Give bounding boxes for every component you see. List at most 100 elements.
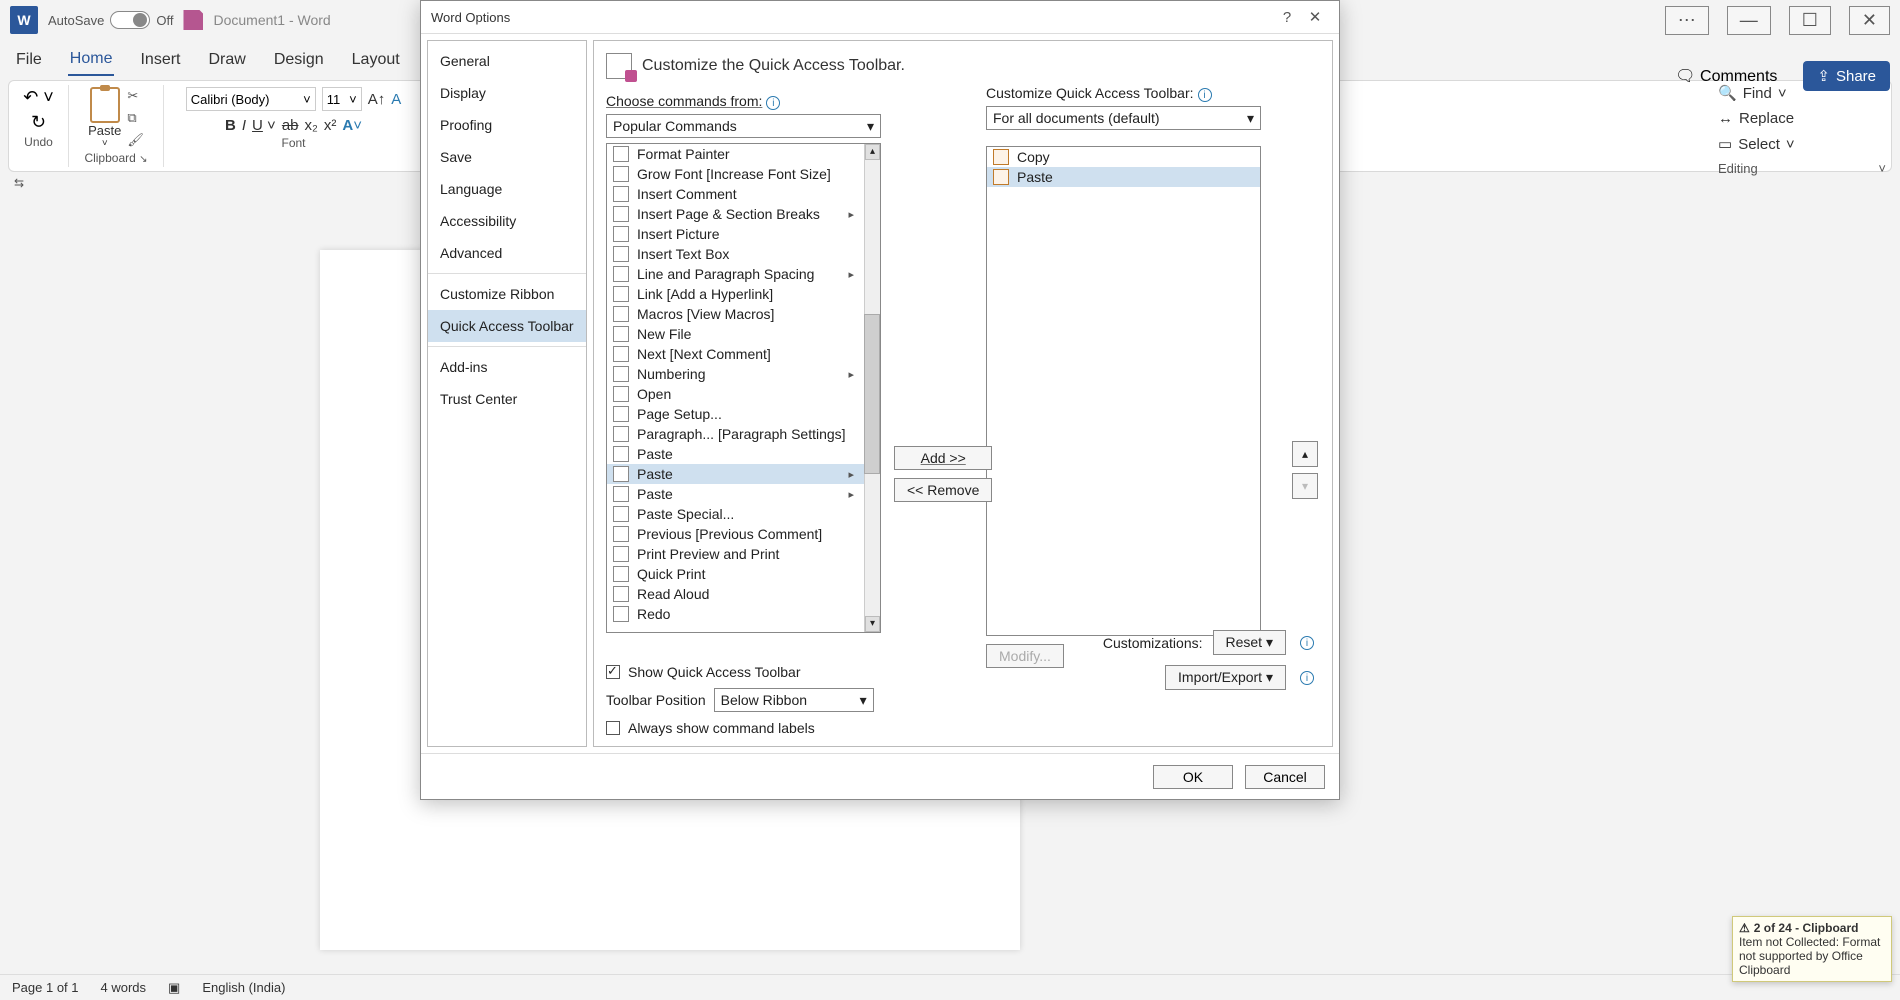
text-effects-icon[interactable]: A <box>391 91 401 108</box>
toggle-icon[interactable] <box>110 11 150 29</box>
accessibility-icon[interactable]: ▣ <box>168 980 180 996</box>
nav-item-general[interactable]: General <box>428 45 586 77</box>
customize-qat-combo[interactable]: For all documents (default)▾ <box>986 106 1261 130</box>
info-icon[interactable]: i <box>1300 636 1314 650</box>
list-item[interactable]: Read Aloud <box>607 584 880 604</box>
minimize-button[interactable]: — <box>1727 6 1771 35</box>
toolbar-position-combo[interactable]: Below Ribbon▾ <box>714 688 874 712</box>
autosave-toggle[interactable]: AutoSave Off <box>48 11 173 29</box>
list-item[interactable]: Paragraph... [Paragraph Settings] <box>607 424 880 444</box>
tab-design[interactable]: Design <box>272 45 326 75</box>
dialog-help-button[interactable]: ? <box>1273 9 1301 26</box>
font-size-combo[interactable]: 11˅ <box>322 87 362 111</box>
list-item[interactable]: Macros [View Macros] <box>607 304 880 324</box>
always-show-labels-checkbox[interactable] <box>606 721 620 735</box>
reset-button[interactable]: Reset ▾ <box>1213 630 1287 655</box>
nav-item-accessibility[interactable]: Accessibility <box>428 205 586 237</box>
move-down-button[interactable]: ▾ <box>1292 473 1318 499</box>
remove-button[interactable]: << Remove <box>894 478 992 502</box>
tab-home[interactable]: Home <box>68 44 115 76</box>
nav-item-proofing[interactable]: Proofing <box>428 109 586 141</box>
status-words[interactable]: 4 words <box>101 980 147 995</box>
info-icon[interactable]: i <box>1300 671 1314 685</box>
grow-font-icon[interactable]: A↑ <box>368 91 386 108</box>
close-button[interactable]: ✕ <box>1849 6 1890 35</box>
tab-insert[interactable]: Insert <box>138 45 182 75</box>
list-item[interactable]: Paste▸ <box>607 484 880 504</box>
list-item[interactable]: Redo <box>607 604 880 624</box>
redo-icon[interactable]: ↻ <box>31 112 46 133</box>
list-item[interactable]: Grow Font [Increase Font Size] <box>607 164 880 184</box>
superscript-icon[interactable]: x² <box>324 117 337 134</box>
show-qat-checkbox[interactable] <box>606 665 620 679</box>
list-item[interactable]: Format Painter <box>607 144 880 164</box>
list-item[interactable]: Link [Add a Hyperlink] <box>607 284 880 304</box>
nav-item-trust-center[interactable]: Trust Center <box>428 383 586 415</box>
cut-icon[interactable]: ✂ <box>127 88 144 104</box>
underline-icon[interactable]: U ˅ <box>252 117 276 134</box>
list-item[interactable]: Numbering▸ <box>607 364 880 384</box>
paste-button[interactable]: Paste ˅ <box>88 87 121 149</box>
tab-file[interactable]: File <box>14 45 44 75</box>
add-button[interactable]: Add >> <box>894 446 992 470</box>
commands-listbox[interactable]: Format PainterGrow Font [Increase Font S… <box>606 143 881 633</box>
scroll-down-button[interactable]: ▾ <box>865 616 880 632</box>
select-button[interactable]: ▭ Select ˅ <box>1712 131 1892 157</box>
format-painter-icon[interactable]: 🖌 <box>127 132 144 148</box>
list-item[interactable]: Insert Comment <box>607 184 880 204</box>
list-item[interactable]: Line and Paragraph Spacing▸ <box>607 264 880 284</box>
list-item[interactable]: Page Setup... <box>607 404 880 424</box>
info-icon[interactable]: i <box>766 96 780 110</box>
status-language[interactable]: English (India) <box>202 980 285 995</box>
nav-item-language[interactable]: Language <box>428 173 586 205</box>
ribbon-display-button[interactable]: ⋯ <box>1665 6 1709 35</box>
find-button[interactable]: 🔍 Find ˅ <box>1712 80 1892 106</box>
font-name-combo[interactable]: Calibri (Body)˅ <box>186 87 316 111</box>
modify-button[interactable]: Modify... <box>986 644 1064 668</box>
nav-item-advanced[interactable]: Advanced <box>428 237 586 269</box>
list-item[interactable]: Insert Page & Section Breaks▸ <box>607 204 880 224</box>
subscript-icon[interactable]: x₂ <box>305 117 318 134</box>
ok-button[interactable]: OK <box>1153 765 1233 789</box>
list-item[interactable]: Quick Print <box>607 564 880 584</box>
info-icon[interactable]: i <box>1198 88 1212 102</box>
nav-item-save[interactable]: Save <box>428 141 586 173</box>
list-item[interactable]: Insert Picture <box>607 224 880 244</box>
list-item[interactable]: Insert Text Box <box>607 244 880 264</box>
replace-button[interactable]: ↔ Replace <box>1712 106 1892 131</box>
copy-icon[interactable]: ⧉ <box>127 110 144 126</box>
scroll-up-button[interactable]: ▴ <box>865 144 880 160</box>
qat-right-list[interactable]: CopyPaste <box>986 146 1261 636</box>
list-item[interactable]: Paste▸ <box>607 464 880 484</box>
import-export-button[interactable]: Import/Export ▾ <box>1165 665 1286 690</box>
list-item[interactable]: Paste <box>607 444 880 464</box>
listbox-scrollbar[interactable]: ▴ ▾ <box>864 144 880 632</box>
text-highlight-icon[interactable]: A˅ <box>342 117 362 134</box>
list-item[interactable]: Open <box>607 384 880 404</box>
bold-icon[interactable]: B <box>225 117 236 134</box>
tab-layout[interactable]: Layout <box>350 45 402 75</box>
list-item[interactable]: New File <box>607 324 880 344</box>
list-item[interactable]: Print Preview and Print <box>607 544 880 564</box>
status-page[interactable]: Page 1 of 1 <box>12 980 79 995</box>
undo-icon[interactable]: ↶ ˅ <box>23 87 54 108</box>
nav-item-quick-access-toolbar[interactable]: Quick Access Toolbar <box>428 310 586 342</box>
list-item[interactable]: Paste <box>987 167 1260 187</box>
maximize-button[interactable]: ☐ <box>1789 6 1831 35</box>
list-item[interactable]: Paste Special... <box>607 504 880 524</box>
move-up-button[interactable]: ▴ <box>1292 441 1318 467</box>
save-icon[interactable] <box>183 10 203 30</box>
list-item[interactable]: Previous [Previous Comment] <box>607 524 880 544</box>
dialog-close-button[interactable]: ✕ <box>1301 8 1329 26</box>
list-item[interactable]: Copy <box>987 147 1260 167</box>
nav-item-display[interactable]: Display <box>428 77 586 109</box>
list-item[interactable]: Next [Next Comment] <box>607 344 880 364</box>
nav-item-add-ins[interactable]: Add-ins <box>428 351 586 383</box>
strike-icon[interactable]: ab <box>282 117 299 134</box>
tab-draw[interactable]: Draw <box>206 45 247 75</box>
scroll-thumb[interactable] <box>864 314 880 474</box>
cancel-button[interactable]: Cancel <box>1245 765 1325 789</box>
list-item-label: New File <box>637 326 691 342</box>
nav-item-customize-ribbon[interactable]: Customize Ribbon <box>428 278 586 310</box>
italic-icon[interactable]: I <box>242 117 246 134</box>
